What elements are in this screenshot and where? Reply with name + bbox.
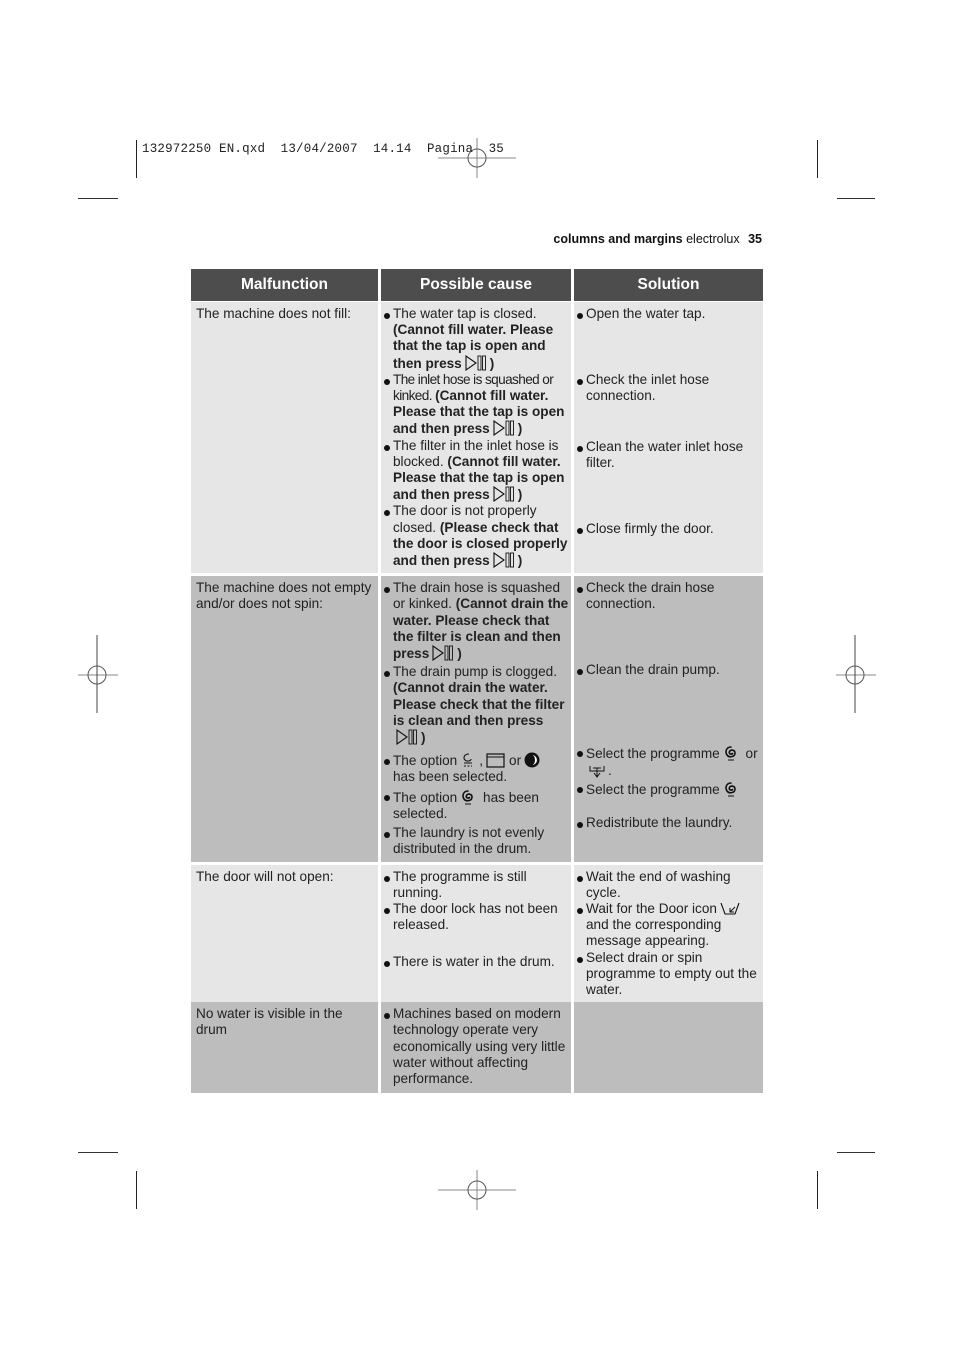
brand-name: electrolux	[686, 232, 740, 246]
slug-page-label: Pagina	[426, 142, 474, 156]
spin-icon	[462, 789, 474, 805]
cause-cell: The water tap is closed. (Cannot fill wa…	[381, 302, 571, 574]
malfunction-cell: The door will not open:	[191, 864, 378, 1003]
start-pause-icon	[493, 486, 514, 502]
rinse-hold-icon	[463, 753, 473, 767]
solution-item: Close firmly the door.	[576, 521, 761, 537]
solution-item: Clean the drain pump.	[576, 662, 761, 744]
malfunction-text: No water is visible in the drum	[196, 1006, 343, 1038]
solution-item: Clean the water inlet hose filter.	[576, 439, 761, 521]
crop-mark	[817, 1171, 818, 1209]
crop-mark	[817, 140, 818, 178]
spin-icon	[724, 746, 736, 762]
door-icon	[720, 902, 740, 915]
crop-mark	[78, 1152, 118, 1153]
spin-icon	[724, 782, 736, 798]
slug-time: 14.14	[373, 142, 412, 156]
solution-item: Select the programme	[576, 780, 761, 815]
column-header-solution: Solution	[574, 269, 763, 301]
night-cycle-icon	[524, 752, 540, 768]
registration-mark-bottom	[438, 1170, 516, 1210]
cause-item: The door lock has not been released.	[383, 901, 569, 954]
start-pause-icon	[493, 420, 514, 436]
solution-cell: Wait the end of washing cycle. Wait for …	[574, 864, 763, 1003]
solution-item: Check the inlet hose connection.	[576, 372, 761, 439]
slug-file: 132972250 EN.qxd	[142, 142, 266, 156]
cause-item: The drain hose is squashed or kinked. (C…	[383, 580, 569, 662]
cause-item: The inlet hose is squashed or kinked. (C…	[383, 372, 569, 438]
slug-date: 13/04/2007	[280, 142, 358, 156]
cause-cell: The programme is still running. The door…	[381, 864, 571, 1003]
crop-mark	[136, 1171, 137, 1209]
start-pause-icon	[396, 729, 418, 745]
malfunction-text: The machine does not fill:	[196, 306, 351, 321]
solution-item: Select the programme or .	[576, 744, 761, 780]
solution-item: Wait the end of washing cycle.	[576, 869, 761, 901]
solution-item: Wait for the Door icon and the correspon…	[576, 901, 761, 950]
cause-item: The programme is still running.	[383, 869, 569, 901]
cause-item: The laundry is not evenly distributed in…	[383, 825, 569, 857]
registration-mark-left	[78, 635, 118, 713]
solution-item: Open the water tap.	[576, 306, 761, 372]
cause-item: The door is not properly closed. (Please…	[383, 503, 569, 569]
malfunction-cell: The machine does not fill:	[191, 302, 378, 574]
start-pause-icon	[493, 552, 514, 568]
page-number: 35	[748, 232, 762, 246]
running-head: columns and margins electrolux 35	[553, 232, 762, 246]
troubleshooting-table: Malfunction Possible cause Solution The …	[191, 269, 763, 1094]
drain-icon	[589, 765, 605, 778]
solution-cell: Open the water tap. Check the inlet hose…	[574, 302, 763, 574]
crop-mark	[837, 1152, 875, 1153]
solution-cell: Check the drain hose connection. Clean t…	[574, 576, 763, 862]
crop-mark	[136, 140, 137, 178]
table-row: The machine does not fill: The water tap…	[191, 302, 763, 574]
column-header-malfunction: Malfunction	[191, 269, 378, 301]
no-spin-icon	[486, 753, 505, 768]
section-title: columns and margins	[553, 232, 683, 246]
cause-cell: The drain hose is squashed or kinked. (C…	[381, 576, 571, 862]
table-row: No water is visible in the drum Machines…	[191, 1002, 763, 1094]
registration-mark-right	[836, 635, 876, 713]
solution-item: Check the drain hose connection.	[576, 580, 761, 662]
table-row: The machine does not empty and/or does n…	[191, 576, 763, 862]
table-row: The door will not open: The programme is…	[191, 864, 763, 1003]
malfunction-cell: The machine does not empty and/or does n…	[191, 576, 378, 862]
print-slug: 132972250 EN.qxd 13/04/2007 14.14 Pagina…	[142, 142, 504, 156]
crop-mark	[837, 198, 875, 199]
column-header-possible-cause: Possible cause	[381, 269, 571, 301]
cause-text: The water tap is closed.	[393, 306, 537, 321]
solution-item: Redistribute the laundry.	[576, 815, 761, 831]
cause-item: The option has been selected.	[383, 788, 569, 822]
solution-cell	[574, 1002, 763, 1094]
malfunction-text: The door will not open:	[196, 868, 334, 884]
cause-item: The filter in the inlet hose is blocked.…	[383, 438, 569, 504]
solution-item: Select drain or spin programme to empty …	[576, 950, 761, 999]
cause-item: The drain pump is clogged. (Cannot drain…	[383, 664, 569, 746]
malfunction-text: The machine does not empty and/or does n…	[196, 580, 372, 612]
start-pause-icon	[432, 645, 454, 661]
table-header-row: Malfunction Possible cause Solution	[191, 269, 763, 301]
slug-page-number: 35	[488, 142, 505, 156]
cause-item: There is water in the drum.	[383, 954, 569, 970]
cause-item: The water tap is closed. (Cannot fill wa…	[383, 306, 569, 372]
cause-item: Machines based on modern technology oper…	[383, 1006, 569, 1087]
cause-item: The option, or has been selected.	[383, 752, 569, 785]
start-pause-icon	[465, 355, 486, 371]
crop-mark	[78, 198, 118, 199]
malfunction-cell: No water is visible in the drum	[191, 1002, 378, 1094]
cause-cell: Machines based on modern technology oper…	[381, 1002, 571, 1094]
